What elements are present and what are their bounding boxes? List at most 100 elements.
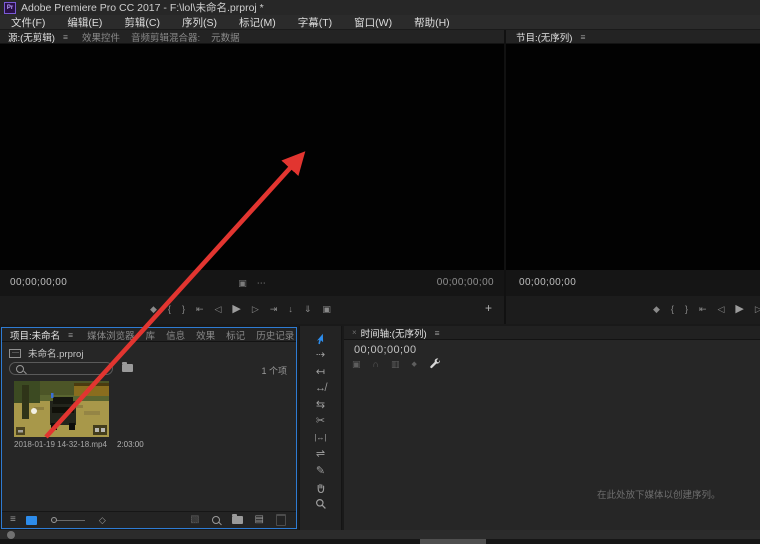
- ripple-edit-tool[interactable]: ↤: [316, 366, 325, 378]
- slip-tool[interactable]: |↔|: [314, 432, 326, 444]
- insert-button[interactable]: ↓: [288, 305, 293, 314]
- slider-knob[interactable]: [51, 517, 57, 523]
- panel-menu-icon[interactable]: ≡: [64, 330, 87, 340]
- search-input[interactable]: [24, 364, 108, 374]
- button-editor-plus[interactable]: +: [485, 302, 492, 314]
- program-panel-tabs: 节目:(无序列) ≡: [506, 30, 760, 44]
- snap-icon[interactable]: ∩: [373, 359, 379, 369]
- taskbar-peek: [420, 539, 486, 544]
- nest-toggle-icon[interactable]: ▣: [352, 359, 361, 370]
- menu-edit[interactable]: 编辑(E): [56, 15, 113, 30]
- list-view-button[interactable]: ≡: [10, 515, 16, 525]
- slide-tool[interactable]: ⇌: [316, 449, 325, 461]
- program-current-timecode[interactable]: 00;00;00;00: [519, 277, 576, 288]
- menu-bar: 文件(F) 编辑(E) 剪辑(C) 序列(S) 标记(M) 字幕(T) 窗口(W…: [0, 15, 760, 30]
- project-panel-tabs: 项目:未命名 ≡ 媒体浏览器 库 信息 效果 标记 历史记录 »: [2, 328, 296, 342]
- menu-marker[interactable]: 标记(M): [228, 15, 287, 30]
- panel-menu-icon[interactable]: ≡: [59, 32, 82, 42]
- mark-out-button[interactable]: }: [685, 305, 688, 314]
- rate-stretch-tool[interactable]: ⇆: [316, 399, 325, 411]
- clip-card[interactable]: 2018-01-19 14-32-18.mp4: [14, 381, 111, 449]
- clip-duration: 2:03:00: [117, 440, 144, 449]
- step-back-button[interactable]: ◁: [718, 305, 725, 314]
- project-file-row[interactable]: 未命名.prproj: [9, 346, 83, 360]
- project-file-icon: [9, 349, 21, 358]
- track-select-forward-tool[interactable]: ⇢: [316, 350, 325, 362]
- search-box[interactable]: [9, 362, 113, 375]
- tab-effects[interactable]: 效果: [196, 328, 226, 342]
- thumbnail-zoom-slider[interactable]: [53, 520, 85, 521]
- tab-effect-controls[interactable]: 效果控件: [82, 30, 131, 44]
- play-button[interactable]: ▶: [232, 304, 240, 315]
- clip-thumbnail[interactable]: [14, 381, 109, 437]
- tab-media-browser[interactable]: 媒体浏览器: [87, 328, 146, 342]
- find-button[interactable]: [212, 516, 220, 524]
- mark-in-button[interactable]: {: [168, 305, 171, 314]
- add-marker-button[interactable]: ◆: [653, 305, 660, 314]
- panel-menu-icon[interactable]: ≡: [431, 328, 454, 338]
- menu-window[interactable]: 窗口(W): [343, 15, 403, 30]
- clear-button[interactable]: [276, 514, 286, 526]
- tab-audio-clip-mixer[interactable]: 音频剪辑混合器:: [131, 30, 211, 44]
- go-to-in-button[interactable]: ⇤: [699, 305, 707, 314]
- icon-view-button[interactable]: [26, 516, 37, 525]
- tab-timeline[interactable]: 时间轴:(无序列): [361, 326, 431, 340]
- pen-tool[interactable]: ✎: [316, 465, 325, 477]
- tab-program-monitor[interactable]: 节目:(无序列): [516, 30, 576, 44]
- razor-tool[interactable]: ✂: [316, 416, 325, 428]
- tab-source-monitor[interactable]: 源:(无剪辑): [8, 30, 59, 44]
- step-back-button[interactable]: ◁: [215, 305, 222, 314]
- add-marker-icon[interactable]: ◆: [412, 360, 417, 368]
- playback-settings-icon[interactable]: ⋯: [257, 278, 266, 289]
- menu-file[interactable]: 文件(F): [0, 15, 56, 30]
- timeline-toolbar: ▣ ∩ ▥ ◆: [352, 358, 441, 370]
- panel-menu-icon[interactable]: ≡: [576, 32, 599, 42]
- overwrite-button[interactable]: ⇓: [304, 305, 312, 314]
- export-frame-button[interactable]: ▣: [322, 305, 331, 314]
- rolling-edit-tool[interactable]: ↮: [315, 383, 326, 395]
- go-to-in-button[interactable]: ⇤: [196, 305, 204, 314]
- zoom-tool[interactable]: [315, 498, 327, 510]
- bottom-strip: [0, 539, 760, 544]
- project-panel: 项目:未命名 ≡ 媒体浏览器 库 信息 效果 标记 历史记录 » 未命名.prp…: [1, 327, 297, 529]
- tab-markers[interactable]: 标记: [226, 328, 256, 342]
- step-forward-button[interactable]: ▷: [252, 305, 259, 314]
- go-to-out-button[interactable]: ⇥: [270, 305, 278, 314]
- tab-metadata[interactable]: 元数据: [211, 30, 251, 44]
- mark-in-button[interactable]: {: [671, 305, 674, 314]
- tab-libraries[interactable]: 库: [146, 328, 167, 342]
- project-bottom-toolbar: ≡ ◇ ▧ ▤: [2, 511, 296, 528]
- program-monitor-panel: 节目:(无序列) ≡ 00;00;00;00 ◆ { } ⇤ ◁ ▶ ▷: [506, 30, 760, 324]
- zoom-adjust-icon[interactable]: ◇: [99, 516, 106, 525]
- linked-selection-icon[interactable]: ▥: [391, 359, 400, 370]
- tab-project[interactable]: 项目:未命名: [10, 328, 64, 342]
- selection-tool[interactable]: [315, 333, 326, 345]
- play-button[interactable]: ▶: [735, 304, 743, 315]
- project-file-name: 未命名.prproj: [28, 346, 83, 360]
- tab-info[interactable]: 信息: [166, 328, 196, 342]
- menu-help[interactable]: 帮助(H): [403, 15, 461, 30]
- sync-status-icon[interactable]: [7, 531, 15, 539]
- menu-sequence[interactable]: 序列(S): [171, 15, 228, 30]
- timeline-panel: × 时间轴:(无序列) ≡ 00;00;00;00 ▣ ∩ ▥ ◆ 在此处放下媒…: [344, 326, 760, 530]
- hand-tool[interactable]: [315, 482, 327, 494]
- close-icon[interactable]: ×: [352, 328, 361, 337]
- menu-title[interactable]: 字幕(T): [287, 15, 343, 30]
- search-icon: [16, 365, 24, 373]
- bin-filter-icon[interactable]: [122, 364, 133, 372]
- timeline-current-timecode[interactable]: 00;00;00;00: [354, 344, 417, 356]
- new-item-button[interactable]: ▤: [255, 515, 264, 525]
- program-timecode-row: 00;00;00;00: [506, 270, 760, 296]
- tab-history[interactable]: 历史记录: [256, 328, 296, 342]
- automate-to-sequence-button[interactable]: ▧: [190, 515, 199, 525]
- mark-out-button[interactable]: }: [182, 305, 185, 314]
- timeline-drop-area[interactable]: 在此处放下媒体以创建序列。: [344, 372, 760, 530]
- fit-select-icon[interactable]: ▣: [238, 278, 247, 289]
- step-forward-button[interactable]: ▷: [755, 305, 760, 314]
- new-bin-button[interactable]: [232, 516, 243, 524]
- item-count: 1 个项: [261, 364, 287, 377]
- timeline-settings-wrench-icon[interactable]: [429, 358, 441, 370]
- menu-clip[interactable]: 剪辑(C): [113, 15, 171, 30]
- add-marker-button[interactable]: ◆: [150, 305, 157, 314]
- clip-filename[interactable]: 2018-01-19 14-32-18.mp4: [14, 440, 107, 449]
